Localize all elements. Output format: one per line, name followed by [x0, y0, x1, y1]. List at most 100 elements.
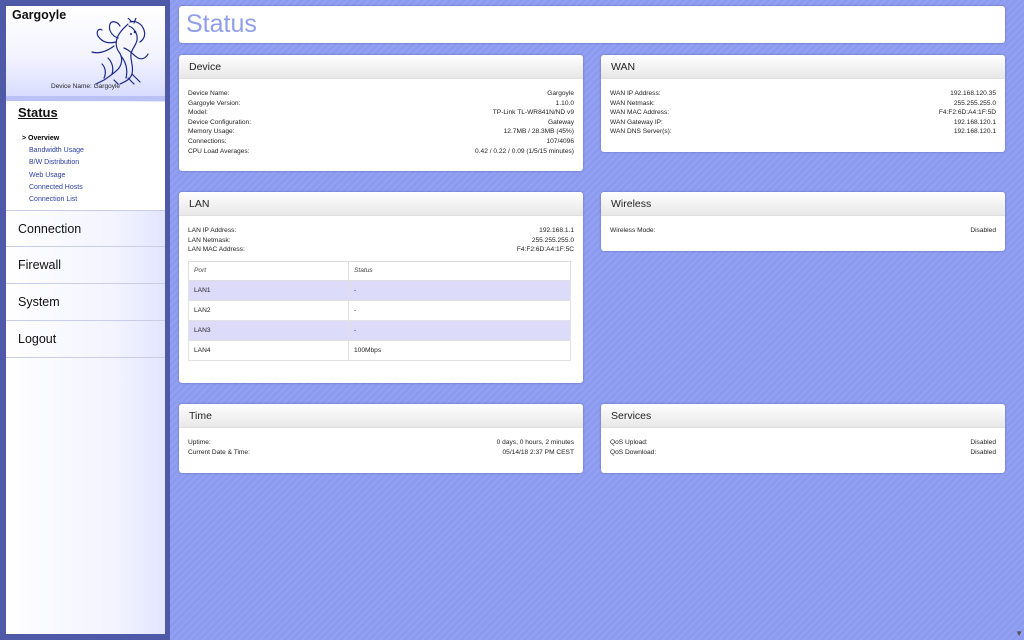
subnav-overview[interactable]: > Overview [22, 133, 84, 145]
wireless-panel-title: Wireless [601, 192, 1005, 216]
lan-port-table: Port Status LAN1 - LAN2 - LAN3 - LAN4 10… [188, 260, 571, 361]
lan-row: LAN IP Address: 192.168.1.1 [188, 226, 574, 236]
time-panel: Time Uptime: 0 days, 0 hours, 2 minutes C… [179, 404, 583, 473]
time-value: 0 days, 0 hours, 2 minutes [496, 439, 574, 446]
services-panel: Services QoS Upload: Disabled QoS Downloa… [601, 404, 1005, 473]
sidebar-frame: Gargoyle Device Name: Gargoyle Status > … [0, 0, 170, 640]
device-value: 12.7MB / 28.3MB (45%) [503, 128, 574, 136]
services-value: Disabled [970, 439, 996, 446]
subnav-bw-distribution[interactable]: B/W Distribution [22, 157, 84, 169]
lan-panel: LAN LAN IP Address: 192.168.1.1 LAN Netma… [179, 192, 583, 383]
time-key: Current Date & Time: [188, 448, 250, 456]
subnav-bandwidth-usage[interactable]: Bandwidth Usage [22, 145, 84, 157]
lan-value: F4:F2:6D:A4:1F:5C [516, 246, 574, 254]
subnav-connected-hosts[interactable]: Connected Hosts [22, 182, 84, 194]
wireless-panel: Wireless Wireless Mode: Disabled [601, 192, 1005, 251]
page-title: Status [186, 10, 257, 38]
device-row: Gargoyle Version: 1.10.0 [188, 99, 574, 109]
device-value: Gateway [547, 118, 574, 126]
table-row: LAN1 - [188, 279, 571, 301]
nav-section-firewall[interactable]: Firewall [6, 247, 165, 284]
time-row: Current Date & Time: 05/14/18 2:37 PM CES… [188, 448, 574, 458]
device-name-label: Device Name: Gargoyle [51, 83, 120, 90]
nav-section-connection[interactable]: Connection [6, 210, 165, 247]
nav-section-system[interactable]: System [6, 284, 165, 321]
status-cell: - [348, 279, 571, 301]
status-cell: - [348, 299, 571, 321]
device-key: Device Name: [188, 90, 230, 97]
device-value: 1.10.0 [555, 99, 574, 107]
lan-panel-body: LAN IP Address: 192.168.1.1 LAN Netmask: 2… [179, 216, 583, 361]
table-header-port: Port [188, 260, 349, 281]
wan-row: WAN DNS Server(s): 192.168.120.1 [610, 127, 996, 137]
lan-panel-title: LAN [179, 192, 583, 216]
services-row: QoS Upload: Disabled [610, 438, 996, 448]
wan-key: WAN IP Address: [610, 90, 661, 97]
subnav-web-usage[interactable]: Web Usage [22, 170, 84, 182]
device-value: 0.42 / 0.22 / 0.09 (1/5/15 minutes) [475, 147, 574, 155]
time-key: Uptime: [188, 439, 211, 446]
nav-status-title[interactable]: Status [18, 105, 58, 120]
services-key: QoS Download: [610, 448, 657, 456]
services-value: Disabled [970, 448, 996, 456]
status-subnav: > Overview Bandwidth Usage B/W Distribut… [22, 133, 84, 206]
nav-section-status: Status > Overview Bandwidth Usage B/W Di… [6, 102, 165, 210]
brand-divider [6, 96, 165, 101]
nav-section-logout[interactable]: Logout [6, 321, 165, 358]
time-panel-title: Time [179, 404, 583, 428]
page-scrollbar[interactable]: ▼ [1015, 0, 1024, 640]
wan-value: F4:F2:6D:A4:1F:5D [938, 109, 996, 117]
wan-panel-title: WAN [601, 55, 1005, 79]
subnav-connection-list[interactable]: Connection List [22, 194, 84, 206]
gargoyle-logo [91, 18, 149, 85]
status-cell: 100Mbps [348, 339, 571, 361]
brand-header: Gargoyle Device Name: Gargoyle [6, 6, 165, 96]
port-cell: LAN1 [188, 279, 349, 301]
device-value: 107/4096 [546, 137, 574, 145]
table-row: LAN4 100Mbps [188, 339, 571, 361]
device-value: Gargoyle [547, 90, 574, 97]
lan-value: 192.168.1.1 [539, 227, 574, 234]
device-key: Model: [188, 109, 208, 117]
table-row: LAN3 - [188, 319, 571, 341]
wireless-row: Wireless Mode: Disabled [610, 226, 996, 236]
lan-row: LAN MAC Address: F4:F2:6D:A4:1F:5C [188, 245, 574, 255]
device-key: Gargoyle Version: [188, 99, 241, 107]
wan-panel: WAN WAN IP Address: 192.168.120.35 WAN Ne… [601, 55, 1005, 152]
services-panel-body: QoS Upload: Disabled QoS Download: Disable… [601, 428, 1005, 457]
wan-panel-body: WAN IP Address: 192.168.120.35 WAN Netmas… [601, 79, 1005, 137]
time-panel-body: Uptime: 0 days, 0 hours, 2 minutes Curren… [179, 428, 583, 457]
wan-key: WAN DNS Server(s): [610, 128, 672, 136]
wan-value: 192.168.120.35 [950, 90, 996, 97]
services-panel-title: Services [601, 404, 1005, 428]
brand-title: Gargoyle [12, 8, 67, 22]
wireless-key: Wireless Mode: [610, 227, 656, 234]
wan-value: 192.168.120.1 [953, 118, 996, 126]
device-row: Model: TP-Link TL-WR841N/ND v9 [188, 108, 574, 118]
device-value: TP-Link TL-WR841N/ND v9 [492, 109, 574, 117]
port-cell: LAN2 [188, 299, 349, 321]
wan-key: WAN Netmask: [610, 99, 655, 107]
table-row: LAN2 - [188, 299, 571, 321]
wan-row: WAN Netmask: 255.255.255.0 [610, 99, 996, 109]
device-key: Memory Usage: [188, 128, 235, 136]
scroll-down-icon[interactable]: ▼ [1015, 629, 1023, 638]
time-row: Uptime: 0 days, 0 hours, 2 minutes [188, 438, 574, 448]
device-panel-title: Device [179, 55, 583, 79]
device-row: Connections: 107/4096 [188, 137, 574, 147]
sidebar: Gargoyle Device Name: Gargoyle Status > … [6, 6, 165, 634]
page-title-box: Status [179, 6, 1005, 43]
device-panel-body: Device Name: Gargoyle Gargoyle Version: 1.… [179, 79, 583, 156]
wan-value: 192.168.120.1 [953, 128, 996, 136]
device-row: Device Configuration: Gateway [188, 118, 574, 128]
table-header-row: Port Status [188, 260, 571, 281]
services-row: QoS Download: Disabled [610, 448, 996, 458]
device-row: Memory Usage: 12.7MB / 28.3MB (45%) [188, 127, 574, 137]
wan-key: WAN Gateway IP: [610, 118, 663, 126]
wan-key: WAN MAC Address: [610, 109, 670, 117]
port-cell: LAN3 [188, 319, 349, 341]
lan-value: 255.255.255.0 [531, 236, 574, 244]
device-row: CPU Load Averages: 0.42 / 0.22 / 0.09 (1/… [188, 147, 574, 157]
device-key: Connections: [188, 137, 227, 145]
table-header-status: Status [348, 260, 571, 281]
